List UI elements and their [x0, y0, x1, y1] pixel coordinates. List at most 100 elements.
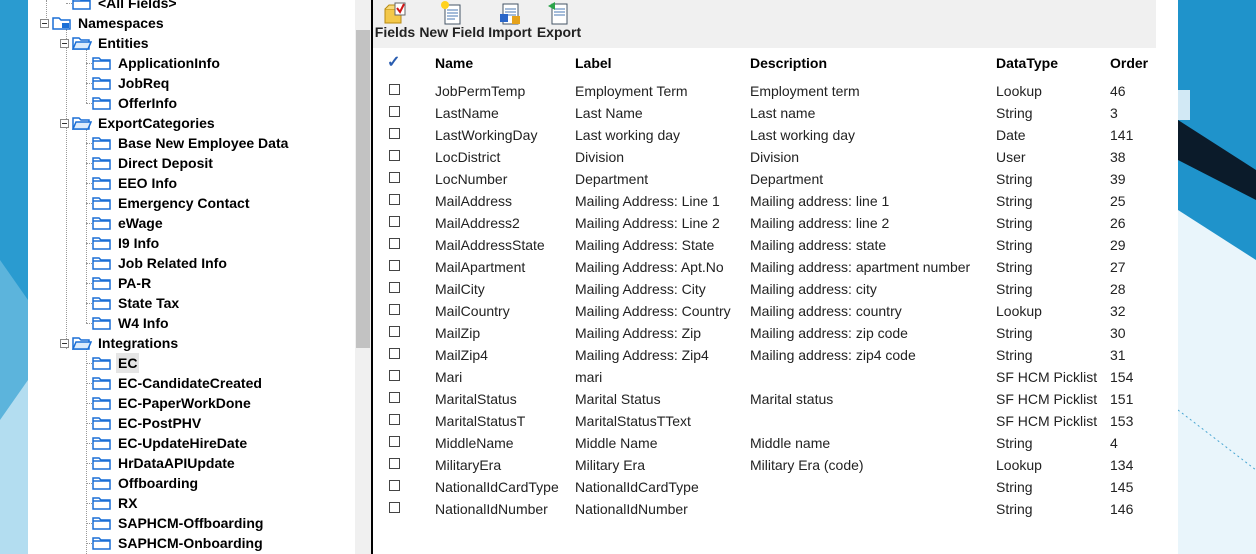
column-header-name[interactable]: Name — [435, 55, 473, 71]
cell-description: Middle name — [750, 435, 831, 451]
cell-datatype: String — [996, 281, 1033, 297]
folder-icon — [92, 155, 112, 171]
row-checkbox[interactable] — [389, 84, 400, 95]
table-row[interactable]: MailZip Mailing Address: Zip Mailing addre… — [373, 322, 1178, 344]
column-header-order[interactable]: Order — [1110, 55, 1148, 71]
folder-icon — [92, 435, 112, 451]
table-row[interactable]: MailZip4 Mailing Address: Zip4 Mailing add… — [373, 344, 1178, 366]
row-checkbox[interactable] — [389, 194, 400, 205]
table-row[interactable]: MaritalStatusT MaritalStatusTText SF HCM P… — [373, 410, 1178, 432]
row-checkbox[interactable] — [389, 282, 400, 293]
row-checkbox[interactable] — [389, 392, 400, 403]
folder-icon — [92, 315, 112, 331]
tree-item-label: State Tax — [118, 295, 180, 311]
fields-button[interactable]: Fields — [373, 0, 417, 48]
row-checkbox[interactable] — [389, 480, 400, 491]
collapse-icon[interactable] — [60, 119, 69, 128]
row-checkbox[interactable] — [389, 238, 400, 249]
tree-item-label: I9 Info — [118, 235, 160, 251]
cell-order: 38 — [1110, 149, 1126, 165]
table-row[interactable]: JobPermTemp Employment Term Employment ter… — [373, 80, 1178, 102]
row-checkbox[interactable] — [389, 304, 400, 315]
cell-datatype: String — [996, 105, 1033, 121]
cell-name: Mari — [435, 369, 463, 385]
cell-name: MailAddress2 — [435, 215, 520, 231]
table-row[interactable]: Mari mari SF HCM Picklist 154 — [373, 366, 1178, 388]
folder-icon — [72, 0, 92, 11]
row-checkbox[interactable] — [389, 260, 400, 271]
tree-scrollbar[interactable] — [355, 0, 371, 554]
cell-label: NationalIdNumber — [575, 501, 688, 517]
tree-item-label: eWage — [118, 215, 163, 231]
new-field-button[interactable]: New Field — [419, 0, 485, 48]
table-row[interactable]: MailCountry Mailing Address: Country Maili… — [373, 300, 1178, 322]
folder-icon — [92, 415, 112, 431]
tree-item-label: W4 Info — [118, 315, 169, 331]
folder-icon — [92, 95, 112, 111]
table-row[interactable]: LastWorkingDay Last working day Last worki… — [373, 124, 1178, 146]
table-row[interactable]: LocDistrict Division Division User 38 — [373, 146, 1178, 168]
cell-datatype: String — [996, 325, 1033, 341]
table-row[interactable]: MaritalStatus Marital Status Marital statu… — [373, 388, 1178, 410]
cell-description: Mailing address: zip code — [750, 325, 908, 341]
tree-item-label: EC-PaperWorkDone — [118, 395, 251, 411]
cell-order: 151 — [1110, 391, 1134, 407]
row-checkbox[interactable] — [389, 502, 400, 513]
tree-item-label: Base New Employee Data — [118, 135, 289, 151]
table-row[interactable]: MailAddress Mailing Address: Line 1 Mailin… — [373, 190, 1178, 212]
row-checkbox[interactable] — [389, 150, 400, 161]
tree-item-label: OfferInfo — [118, 95, 178, 111]
row-checkbox[interactable] — [389, 106, 400, 117]
row-checkbox[interactable] — [389, 458, 400, 469]
cell-order: 32 — [1110, 303, 1126, 319]
tree-item-label: RX — [118, 495, 138, 511]
folder-icon — [92, 455, 112, 471]
table-row[interactable]: MiddleName Middle Name Middle name String 4 — [373, 432, 1178, 454]
cell-order: 154 — [1110, 369, 1134, 385]
column-header-datatype[interactable]: DataType — [996, 55, 1058, 71]
tree-scrollbar-thumb[interactable] — [356, 30, 370, 348]
namespace-tree[interactable]: <All Fields> Namespaces Entities Applicatio… — [28, 0, 355, 554]
row-checkbox[interactable] — [389, 370, 400, 381]
cell-label: Division — [575, 149, 625, 165]
row-checkbox[interactable] — [389, 172, 400, 183]
collapse-icon[interactable] — [60, 39, 69, 48]
table-row[interactable]: NationalIdNumber NationalIdNumber String 14… — [373, 498, 1178, 520]
tree-item-label: ExportCategories — [98, 115, 215, 131]
collapse-icon[interactable] — [40, 19, 49, 28]
cell-order: 28 — [1110, 281, 1126, 297]
folder-icon — [92, 295, 112, 311]
tree-item-label: SAPHCM-Onboarding — [118, 535, 263, 551]
table-row[interactable]: LocNumber Department Department String 39 — [373, 168, 1178, 190]
cell-datatype: SF HCM Picklist — [996, 369, 1098, 385]
table-row[interactable]: MilitaryEra Military Era Military Era (cod… — [373, 454, 1178, 476]
row-checkbox[interactable] — [389, 414, 400, 425]
cell-name: NationalIdNumber — [435, 501, 548, 517]
folder-icon — [92, 275, 112, 291]
cell-label: Mailing Address: Country — [575, 303, 731, 319]
collapse-icon[interactable] — [60, 339, 69, 348]
export-button[interactable]: Export — [535, 0, 583, 48]
cell-name: MailApartment — [435, 259, 526, 275]
tree-item-label: EC-CandidateCreated — [118, 375, 262, 391]
table-row[interactable]: MailCity Mailing Address: City Mailing add… — [373, 278, 1178, 300]
table-row[interactable]: NationalIdCardType NationalIdCardType Stri… — [373, 476, 1178, 498]
row-checkbox[interactable] — [389, 128, 400, 139]
cell-description: Department — [750, 171, 824, 187]
table-row[interactable]: MailAddressState Mailing Address: State Ma… — [373, 234, 1178, 256]
cell-label: Mailing Address: Zip4 — [575, 347, 709, 363]
toolbar-button-label: Export — [536, 24, 582, 40]
table-row[interactable]: MailAddress2 Mailing Address: Line 2 Maili… — [373, 212, 1178, 234]
cell-datatype: String — [996, 237, 1033, 253]
column-header-description[interactable]: Description — [750, 55, 827, 71]
row-checkbox[interactable] — [389, 436, 400, 447]
import-button[interactable]: Import — [486, 0, 534, 48]
column-header-label[interactable]: Label — [575, 55, 612, 71]
row-checkbox[interactable] — [389, 348, 400, 359]
select-all-checkmark-icon[interactable]: ✓ — [387, 52, 405, 71]
row-checkbox[interactable] — [389, 326, 400, 337]
row-checkbox[interactable] — [389, 216, 400, 227]
cell-datatype: String — [996, 171, 1033, 187]
table-row[interactable]: LastName Last Name Last name String 3 — [373, 102, 1178, 124]
table-row[interactable]: MailApartment Mailing Address: Apt.No Mail… — [373, 256, 1178, 278]
